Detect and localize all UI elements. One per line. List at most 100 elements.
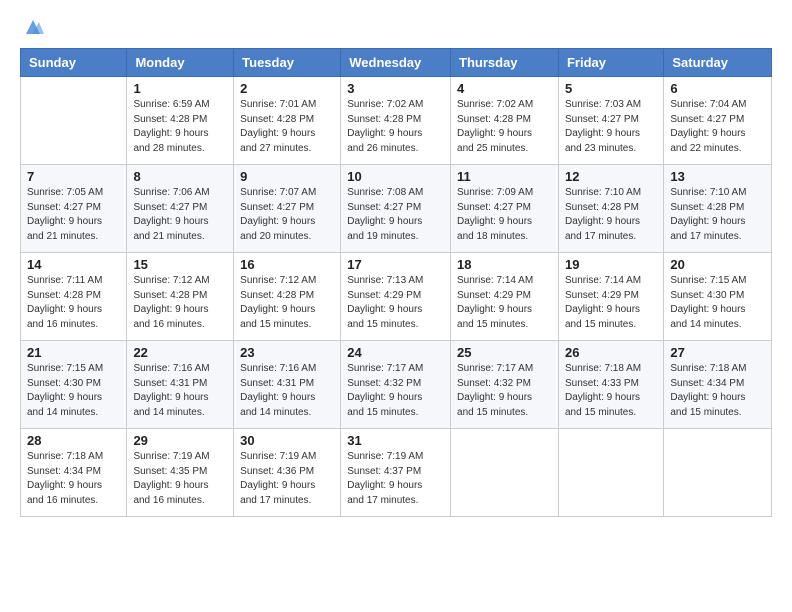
day-number: 9 [240,169,334,184]
day-info: Sunrise: 7:18 AMSunset: 4:34 PMDaylight:… [670,362,765,420]
day-info: Sunrise: 7:14 AMSunset: 4:29 PMDaylight:… [457,274,552,332]
day-info: Sunrise: 7:15 AMSunset: 4:30 PMDaylight:… [27,362,120,420]
day-number: 13 [670,169,765,184]
day-info: Sunrise: 7:04 AMSunset: 4:27 PMDaylight:… [670,98,765,156]
day-info: Sunrise: 7:10 AMSunset: 4:28 PMDaylight:… [670,186,765,244]
calendar-week-row: 7 Sunrise: 7:05 AMSunset: 4:27 PMDaylight… [21,165,772,253]
calendar-day-cell: 21 Sunrise: 7:15 AMSunset: 4:30 PMDayligh… [21,341,127,429]
day-number: 4 [457,81,552,96]
calendar-day-cell: 24Sunrise: 7:17 AMSunset: 4:32 PMDayligh… [341,341,451,429]
day-number: 5 [565,81,657,96]
calendar-day-cell: 22 Sunrise: 7:16 AMSunset: 4:31 PMDayligh… [127,341,234,429]
day-info: Sunrise: 7:18 AMSunset: 4:33 PMDaylight:… [565,362,657,420]
calendar-day-cell: 28 Sunrise: 7:18 AMSunset: 4:34 PMDayligh… [21,429,127,517]
calendar-week-row: 28 Sunrise: 7:18 AMSunset: 4:34 PMDayligh… [21,429,772,517]
day-number: 14 [27,257,120,272]
calendar-day-cell: 5 Sunrise: 7:03 AMSunset: 4:27 PMDaylight… [558,77,663,165]
page: SundayMondayTuesdayWednesdayThursdayFrid… [0,0,792,612]
day-info: Sunrise: 7:17 AMSunset: 4:32 PMDaylight:… [347,362,444,420]
header [20,16,772,38]
calendar-day-cell: 2 Sunrise: 7:01 AMSunset: 4:28 PMDaylight… [234,77,341,165]
calendar-day-cell: 27 Sunrise: 7:18 AMSunset: 4:34 PMDayligh… [664,341,772,429]
calendar-day-cell: 10 Sunrise: 7:08 AMSunset: 4:27 PMDayligh… [341,165,451,253]
day-number: 27 [670,345,765,360]
calendar-day-cell [21,77,127,165]
calendar-day-cell: 31Sunrise: 7:19 AMSunset: 4:37 PMDayligh… [341,429,451,517]
day-info: Sunrise: 7:19 AMSunset: 4:36 PMDaylight:… [240,450,334,508]
day-info: Sunrise: 7:19 AMSunset: 4:35 PMDaylight:… [133,450,227,508]
logo [20,16,44,38]
day-number: 8 [133,169,227,184]
calendar-day-cell [558,429,663,517]
day-number: 10 [347,169,444,184]
calendar-day-cell: 30 Sunrise: 7:19 AMSunset: 4:36 PMDayligh… [234,429,341,517]
calendar-day-cell: 13 Sunrise: 7:10 AMSunset: 4:28 PMDayligh… [664,165,772,253]
day-info: Sunrise: 7:01 AMSunset: 4:28 PMDaylight:… [240,98,334,156]
calendar-week-row: 14 Sunrise: 7:11 AMSunset: 4:28 PMDayligh… [21,253,772,341]
day-number: 3 [347,81,444,96]
calendar-day-cell: 3 Sunrise: 7:02 AMSunset: 4:28 PMDaylight… [341,77,451,165]
calendar-day-header: Saturday [664,49,772,77]
calendar-day-cell: 26 Sunrise: 7:18 AMSunset: 4:33 PMDayligh… [558,341,663,429]
day-info: Sunrise: 7:12 AMSunset: 4:28 PMDaylight:… [240,274,334,332]
calendar-day-cell [451,429,559,517]
calendar-day-header: Friday [558,49,663,77]
day-info: Sunrise: 7:11 AMSunset: 4:28 PMDaylight:… [27,274,120,332]
day-info: Sunrise: 7:16 AMSunset: 4:31 PMDaylight:… [133,362,227,420]
day-number: 28 [27,433,120,448]
day-number: 29 [133,433,227,448]
day-number: 7 [27,169,120,184]
day-info: Sunrise: 7:07 AMSunset: 4:27 PMDaylight:… [240,186,334,244]
calendar-day-cell: 11 Sunrise: 7:09 AMSunset: 4:27 PMDayligh… [451,165,559,253]
day-number: 19 [565,257,657,272]
day-info: Sunrise: 7:02 AMSunset: 4:28 PMDaylight:… [457,98,552,156]
day-info: Sunrise: 7:14 AMSunset: 4:29 PMDaylight:… [565,274,657,332]
calendar-day-cell: 4 Sunrise: 7:02 AMSunset: 4:28 PMDaylight… [451,77,559,165]
calendar-day-header: Monday [127,49,234,77]
calendar-day-cell: 9 Sunrise: 7:07 AMSunset: 4:27 PMDaylight… [234,165,341,253]
day-info: Sunrise: 7:05 AMSunset: 4:27 PMDaylight:… [27,186,120,244]
day-number: 16 [240,257,334,272]
day-number: 17 [347,257,444,272]
day-number: 11 [457,169,552,184]
calendar-day-cell: 23Sunrise: 7:16 AMSunset: 4:31 PMDayligh… [234,341,341,429]
day-info: Sunrise: 7:03 AMSunset: 4:27 PMDaylight:… [565,98,657,156]
day-number: 2 [240,81,334,96]
day-info: Sunrise: 7:13 AMSunset: 4:29 PMDaylight:… [347,274,444,332]
day-info: Sunrise: 7:02 AMSunset: 4:28 PMDaylight:… [347,98,444,156]
calendar-day-cell: 29 Sunrise: 7:19 AMSunset: 4:35 PMDayligh… [127,429,234,517]
day-number: 12 [565,169,657,184]
day-number: 31 [347,433,444,448]
calendar-day-cell: 1Sunrise: 6:59 AMSunset: 4:28 PMDaylight… [127,77,234,165]
day-info: Sunrise: 7:08 AMSunset: 4:27 PMDaylight:… [347,186,444,244]
calendar-day-header: Tuesday [234,49,341,77]
day-number: 1 [133,81,227,96]
day-info: Sunrise: 7:10 AMSunset: 4:28 PMDaylight:… [565,186,657,244]
calendar-day-cell: 12 Sunrise: 7:10 AMSunset: 4:28 PMDayligh… [558,165,663,253]
day-number: 21 [27,345,120,360]
calendar-day-cell: 7 Sunrise: 7:05 AMSunset: 4:27 PMDaylight… [21,165,127,253]
day-info: Sunrise: 7:18 AMSunset: 4:34 PMDaylight:… [27,450,120,508]
day-number: 22 [133,345,227,360]
calendar-day-cell: 18 Sunrise: 7:14 AMSunset: 4:29 PMDayligh… [451,253,559,341]
calendar-day-cell: 17 Sunrise: 7:13 AMSunset: 4:29 PMDayligh… [341,253,451,341]
calendar-week-row: 21 Sunrise: 7:15 AMSunset: 4:30 PMDayligh… [21,341,772,429]
calendar-day-cell [664,429,772,517]
calendar-day-cell: 8 Sunrise: 7:06 AMSunset: 4:27 PMDaylight… [127,165,234,253]
day-info: Sunrise: 7:15 AMSunset: 4:30 PMDaylight:… [670,274,765,332]
day-number: 26 [565,345,657,360]
day-info: Sunrise: 7:12 AMSunset: 4:28 PMDaylight:… [133,274,227,332]
day-number: 20 [670,257,765,272]
calendar-day-cell: 14 Sunrise: 7:11 AMSunset: 4:28 PMDayligh… [21,253,127,341]
calendar-day-cell: 15 Sunrise: 7:12 AMSunset: 4:28 PMDayligh… [127,253,234,341]
day-number: 23 [240,345,334,360]
calendar-table: SundayMondayTuesdayWednesdayThursdayFrid… [20,48,772,517]
day-number: 6 [670,81,765,96]
day-info: Sunrise: 7:17 AMSunset: 4:32 PMDaylight:… [457,362,552,420]
day-number: 30 [240,433,334,448]
day-number: 15 [133,257,227,272]
calendar-day-cell: 19 Sunrise: 7:14 AMSunset: 4:29 PMDayligh… [558,253,663,341]
day-info: Sunrise: 7:06 AMSunset: 4:27 PMDaylight:… [133,186,227,244]
day-info: Sunrise: 7:09 AMSunset: 4:27 PMDaylight:… [457,186,552,244]
day-number: 18 [457,257,552,272]
